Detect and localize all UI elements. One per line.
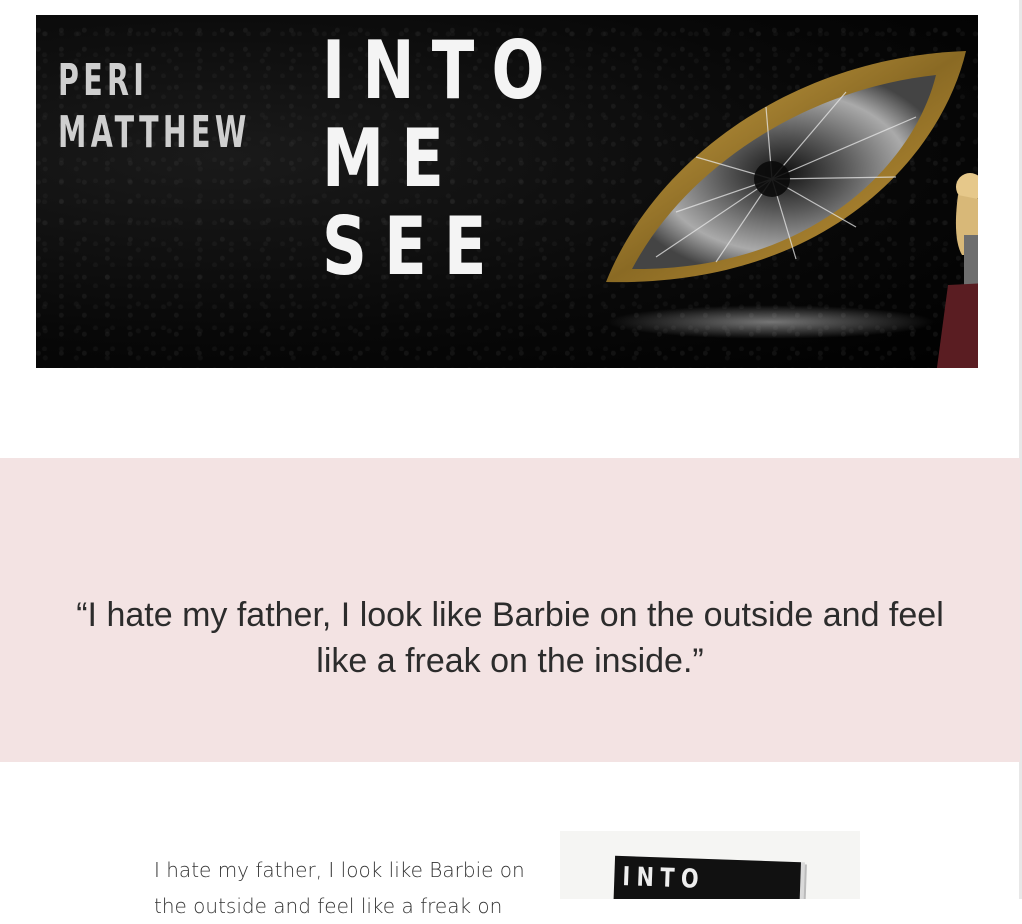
eye-shadow [606,305,936,339]
book-title-line-1: INTO [322,24,562,117]
intro-paragraph: I hate my father, I look like Barbie on … [154,858,525,918]
quote-section: “I hate my father, I look like Barbie on… [0,458,1020,762]
book-title-line-3: SEE [322,200,504,293]
book-cover-title: INTO [621,862,706,895]
author-last-name: MATTHEW [58,107,251,158]
book-cover-image: INTO [613,855,801,899]
eye-icon [606,51,966,283]
broken-eye-illustration [596,37,976,339]
author-name: PERI MATTHEW [58,55,251,159]
author-first-name: PERI [58,55,149,106]
woman-figure-icon [936,173,978,368]
featured-quote: “I hate my father, I look like Barbie on… [76,596,944,680]
book-title: INTO ME SEE [322,27,562,291]
book-title-line-2: ME [322,112,462,205]
book-cover-card: INTO [560,831,860,899]
book-banner: PERI MATTHEW INTO ME SEE [36,15,978,368]
